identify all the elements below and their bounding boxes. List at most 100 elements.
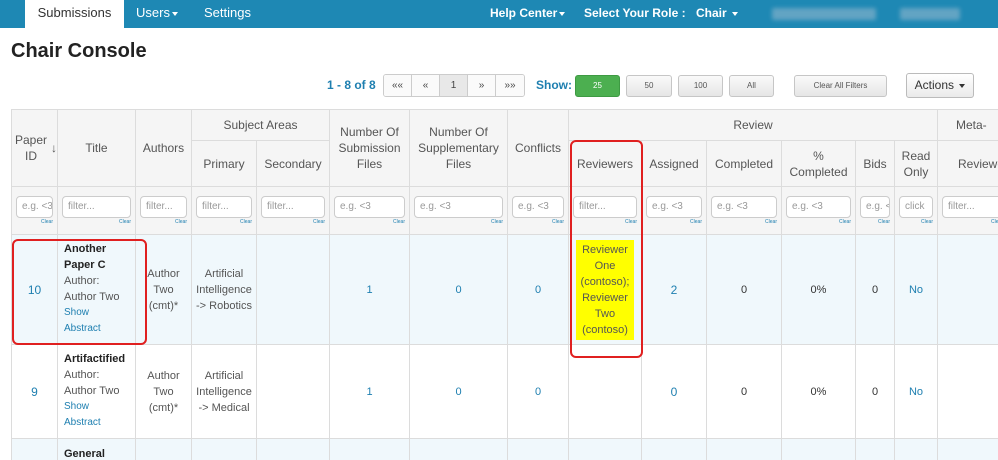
clear-all-filters-button[interactable]: Clear All Filters	[794, 75, 887, 97]
col-header-read-only[interactable]: Read Only	[895, 141, 938, 187]
row2-paper-id[interactable]: 9	[11, 345, 58, 439]
abstract-link[interactable]: Abstract	[64, 415, 101, 431]
row2-meta-reviewer	[938, 345, 998, 439]
paper-id-link[interactable]: 10	[28, 283, 41, 297]
filter-supplementary-files[interactable]: e.g. <3	[414, 196, 503, 218]
row1-paper-id[interactable]: 10	[11, 235, 58, 345]
row3-assigned	[642, 439, 707, 460]
clear-link[interactable]: Clear	[41, 219, 53, 225]
clear-link[interactable]: Clear	[839, 219, 851, 225]
filter-submission-files[interactable]: e.g. <3	[334, 196, 405, 218]
row2-authors: Author Two (cmt)*	[136, 345, 192, 439]
page-size-100-button[interactable]: 100	[678, 75, 723, 97]
filter-reviewers[interactable]: filter...	[573, 196, 637, 218]
last-page-button[interactable]: »»	[496, 75, 524, 96]
filter-meta-reviewer[interactable]: filter...	[942, 196, 998, 218]
col-header-primary[interactable]: Primary	[192, 141, 257, 187]
abstract-link[interactable]: Abstract	[64, 321, 101, 337]
clear-link[interactable]: Clear	[175, 219, 187, 225]
help-center-label: Help Center	[490, 6, 558, 20]
result-range: 1 - 8 of 8	[327, 78, 376, 92]
row1-title: Another Paper C Author: Author Two Show …	[58, 235, 136, 345]
paper-title[interactable]: Artifactified	[64, 351, 125, 367]
paper-title[interactable]: Another Paper C	[64, 241, 129, 273]
filter-authors[interactable]: filter...	[140, 196, 187, 218]
row1-secondary	[257, 235, 330, 345]
col-header-authors[interactable]: Authors	[136, 109, 192, 187]
show-link[interactable]: Show	[64, 305, 89, 321]
row2-supplementary-files: 0	[410, 345, 508, 439]
filter-paper-id[interactable]: e.g. <3	[16, 196, 53, 218]
show-link[interactable]: Show	[64, 399, 89, 415]
reviewers-list[interactable]: Reviewer One (contoso); Reviewer Two (co…	[576, 239, 634, 340]
clear-link[interactable]: Clear	[119, 219, 131, 225]
supplementary-files-link[interactable]: 0	[455, 284, 461, 296]
chevron-down-icon	[959, 83, 966, 88]
col-header-assigned[interactable]: Assigned	[642, 141, 707, 187]
supplementary-files-link[interactable]: 0	[455, 386, 461, 398]
page-size-25-button[interactable]: 25	[575, 75, 620, 97]
col-header-meta-reviewer[interactable]: Reviewer	[938, 141, 998, 187]
col-header-title[interactable]: Title	[58, 109, 136, 187]
col-header-submission-files[interactable]: Number Of Submission Files	[330, 109, 410, 187]
conflicts-link[interactable]: 0	[535, 386, 541, 398]
show-label: Show:	[536, 78, 572, 92]
nav-users[interactable]: Users	[136, 0, 178, 28]
filter-title[interactable]: filter...	[62, 196, 131, 218]
clear-link[interactable]: Clear	[921, 219, 933, 225]
col-header-reviewers[interactable]: Reviewers	[569, 141, 642, 187]
nav-submissions[interactable]: Submissions	[25, 0, 124, 28]
role-selector[interactable]: Chair	[696, 0, 739, 28]
assigned-link[interactable]: 0	[671, 385, 678, 399]
clear-link[interactable]: Clear	[240, 219, 252, 225]
prev-page-button[interactable]: «	[412, 75, 440, 96]
page-size-all-button[interactable]: All	[729, 75, 774, 97]
nav-help-center[interactable]: Help Center	[490, 0, 566, 28]
assigned-link[interactable]: 2	[671, 283, 678, 297]
clear-link[interactable]: Clear	[491, 219, 503, 225]
next-page-button[interactable]: »	[468, 75, 496, 96]
clear-link[interactable]: Clear	[991, 219, 998, 225]
filter-assigned[interactable]: e.g. <3	[646, 196, 702, 218]
col-header-paper-id[interactable]: Paper ID ↓	[11, 109, 58, 187]
clear-link[interactable]: Clear	[552, 219, 564, 225]
col-header-secondary[interactable]: Secondary	[257, 141, 330, 187]
clear-link[interactable]: Clear	[690, 219, 702, 225]
first-page-button[interactable]: ««	[384, 75, 412, 96]
submission-files-link[interactable]: 1	[366, 386, 372, 398]
clear-link[interactable]: Clear	[625, 219, 637, 225]
conflicts-link[interactable]: 0	[535, 284, 541, 296]
filter-primary[interactable]: filter...	[196, 196, 252, 218]
paper-title[interactable]: General	[64, 446, 105, 460]
clear-link[interactable]: Clear	[313, 219, 325, 225]
row3-paper-id[interactable]	[11, 439, 58, 460]
col-header-conflicts[interactable]: Conflicts	[508, 109, 569, 187]
nav-users-label: Users	[136, 5, 170, 20]
filter-conflicts[interactable]: e.g. <3	[512, 196, 564, 218]
paper-id-link[interactable]: 9	[31, 385, 38, 399]
submission-files-link[interactable]: 1	[366, 284, 372, 296]
filter-secondary[interactable]: filter...	[261, 196, 325, 218]
read-only-link[interactable]: No	[909, 284, 923, 296]
clear-link[interactable]: Clear	[878, 219, 890, 225]
clear-link[interactable]: Clear	[765, 219, 777, 225]
page-size-50-button[interactable]: 50	[626, 75, 672, 97]
filter-bids[interactable]: e.g. <3	[860, 196, 890, 218]
col-header-pct-completed[interactable]: % Completed	[782, 141, 856, 187]
filter-cell-meta-reviewer: filter...Clear	[938, 187, 998, 235]
read-only-link[interactable]: No	[909, 386, 923, 398]
current-page[interactable]: 1	[440, 75, 468, 96]
col-header-bids[interactable]: Bids	[856, 141, 895, 187]
row3-primary	[192, 439, 257, 460]
row3-title: General	[58, 439, 136, 460]
filter-cell-title: filter... Clear	[58, 187, 136, 235]
filter-read-only[interactable]: click	[899, 196, 933, 218]
actions-button[interactable]: Actions	[906, 73, 974, 98]
clear-link[interactable]: Clear	[393, 219, 405, 225]
col-header-supplementary-files[interactable]: Number Of Supplementary Files	[410, 109, 508, 187]
col-header-completed[interactable]: Completed	[707, 141, 782, 187]
row1-authors: Author Two (cmt)*	[136, 235, 192, 345]
nav-settings[interactable]: Settings	[204, 0, 251, 28]
filter-pct-completed[interactable]: e.g. <3	[786, 196, 851, 218]
filter-completed[interactable]: e.g. <3	[711, 196, 777, 218]
